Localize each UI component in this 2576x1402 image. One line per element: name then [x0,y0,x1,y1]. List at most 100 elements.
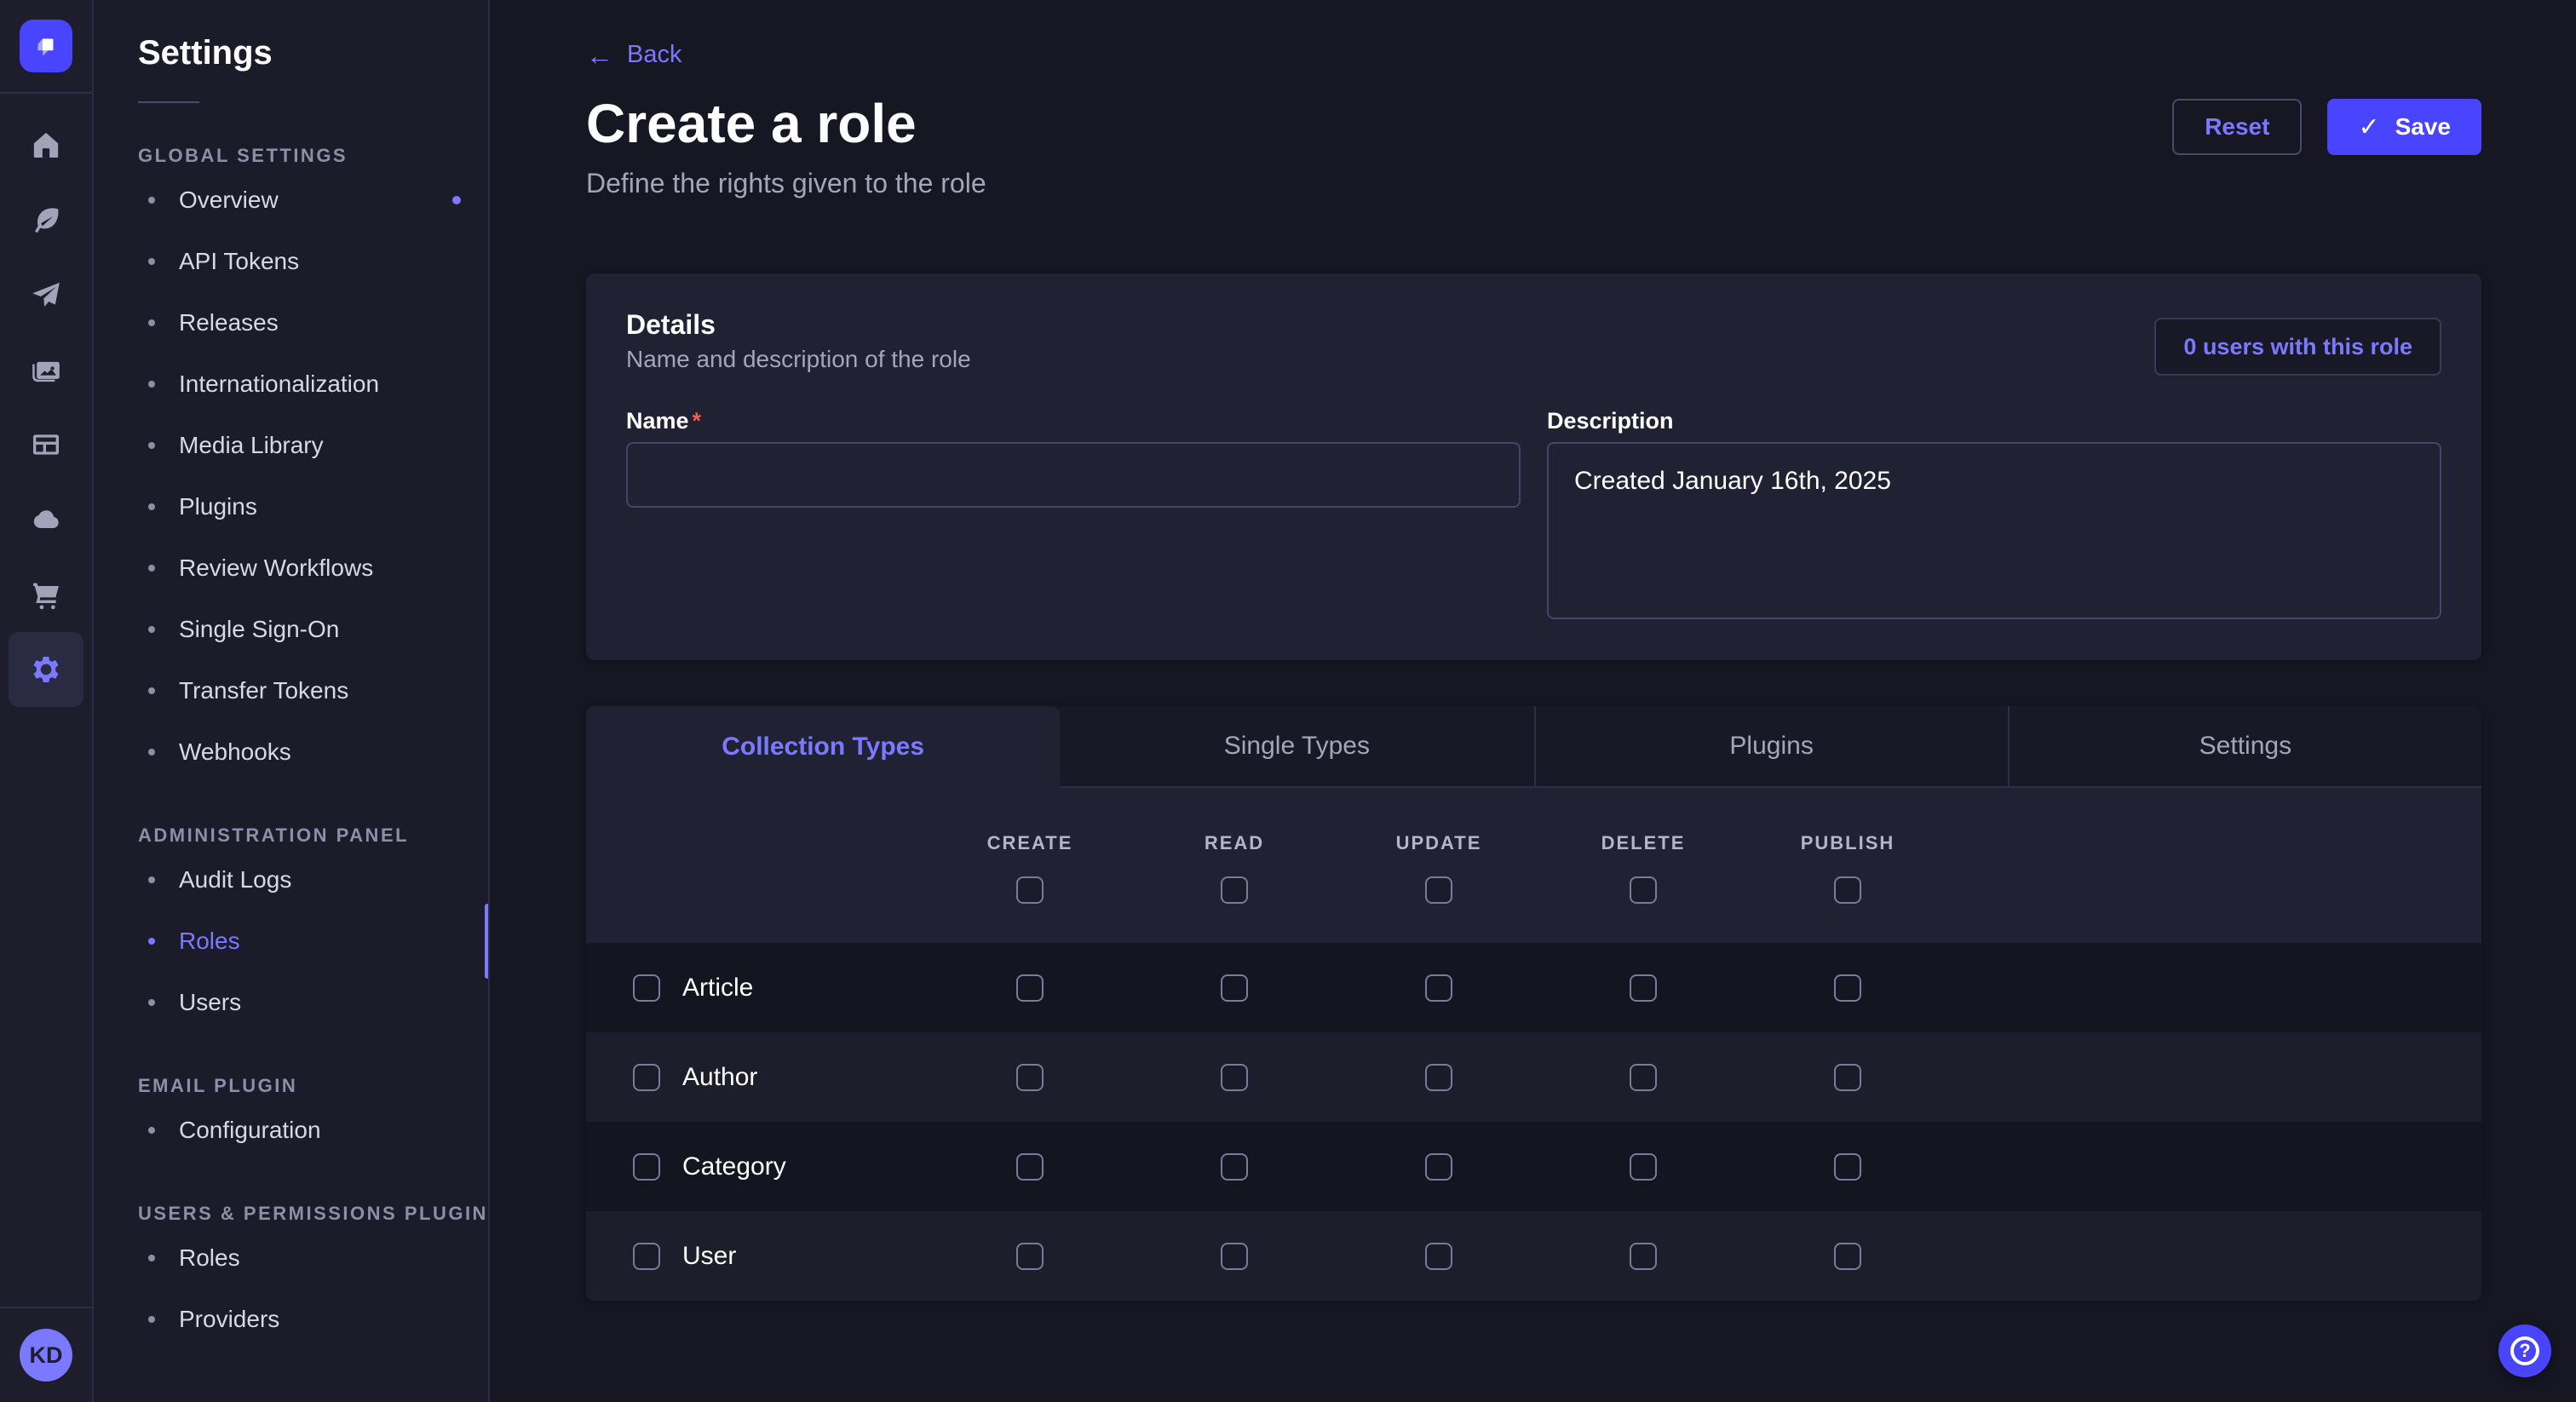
back-arrow-icon: ← [586,42,613,69]
checkbox-author-update[interactable] [1425,1064,1452,1091]
checkbox-row-author[interactable] [633,1064,660,1091]
section-label-users-permissions-plugin: USERS & PERMISSIONS PLUGIN [94,1200,488,1227]
sidebar-item-internationalization[interactable]: Internationalization [94,353,488,415]
bullet-icon [148,999,155,1006]
rail-footer: KD [0,1307,92,1402]
checkbox-article-read[interactable] [1221,974,1248,1002]
sidebar-item-media-library[interactable]: Media Library [94,415,488,476]
sidebar-item-single-sign-on[interactable]: Single Sign-On [94,599,488,660]
paper-plane-icon[interactable] [9,257,83,332]
checkbox-category-publish[interactable] [1834,1153,1861,1181]
feather-icon[interactable] [9,182,83,257]
tab-settings[interactable]: Settings [2008,706,2481,788]
users-with-role-button[interactable]: 0 users with this role [2154,318,2441,376]
tab-collection-types[interactable]: Collection Types [586,706,1060,788]
checkbox-all-read[interactable] [1221,876,1248,904]
sidebar-item-webhooks[interactable]: Webhooks [94,721,488,783]
checkbox-article-publish[interactable] [1834,974,1861,1002]
permissions-table: CREATE READ UPDATE DELETE PUBLISH [586,788,2481,1301]
bullet-icon [148,319,155,326]
cart-icon[interactable] [9,557,83,632]
checkbox-user-create[interactable] [1016,1243,1044,1270]
checkbox-all-delete[interactable] [1630,876,1657,904]
sidebar-item-overview[interactable]: Overview [94,170,488,231]
column-header-create: CREATE [987,832,1073,854]
checkbox-article-create[interactable] [1016,974,1044,1002]
permissions-tabs: Collection Types Single Types Plugins Se… [586,706,2481,788]
cloud-icon[interactable] [9,482,83,557]
permissions-card: Collection Types Single Types Plugins Se… [586,706,2481,1301]
sidebar-item-roles-admin[interactable]: Roles [94,911,488,972]
tab-plugins[interactable]: Plugins [1534,706,2008,788]
checkbox-user-read[interactable] [1221,1243,1248,1270]
sidebar-item-review-workflows[interactable]: Review Workflows [94,537,488,599]
save-label: Save [2395,113,2451,141]
sidebar-item-providers[interactable]: Providers [94,1289,488,1350]
checkbox-author-delete[interactable] [1630,1064,1657,1091]
sidebar-item-releases[interactable]: Releases [94,292,488,353]
section-label-administration-panel: ADMINISTRATION PANEL [94,822,488,849]
checkbox-category-read[interactable] [1221,1153,1248,1181]
row-label: Article [682,974,753,1003]
bullet-icon [148,749,155,756]
checkbox-all-publish[interactable] [1834,876,1861,904]
back-link[interactable]: ← Back [586,41,681,69]
checkbox-user-publish[interactable] [1834,1243,1861,1270]
checkbox-all-create[interactable] [1016,876,1044,904]
home-icon[interactable] [9,107,83,182]
column-header-delete: DELETE [1601,832,1686,854]
app-window: KD Settings GLOBAL SETTINGS Overview API… [0,0,2576,1402]
checkbox-user-delete[interactable] [1630,1243,1657,1270]
sidebar-item-users[interactable]: Users [94,972,488,1033]
checkbox-article-delete[interactable] [1630,974,1657,1002]
bullet-icon [148,876,155,883]
details-card: Details Name and description of the role… [586,273,2481,660]
checkbox-category-update[interactable] [1425,1153,1452,1181]
question-mark-icon: ? [2510,1336,2539,1365]
name-input[interactable] [626,442,1521,508]
sidebar-item-audit-logs[interactable]: Audit Logs [94,849,488,911]
strapi-logo[interactable] [20,20,72,72]
strapi-logo-glyph [29,29,63,63]
required-asterisk: * [693,408,702,434]
sidebar-title: Settings [94,34,488,72]
save-button[interactable]: ✓ Save [2327,99,2481,155]
checkbox-row-category[interactable] [633,1153,660,1181]
bullet-icon [148,1127,155,1134]
checkbox-article-update[interactable] [1425,974,1452,1002]
checkbox-author-read[interactable] [1221,1064,1248,1091]
column-labels-row: CREATE READ UPDATE DELETE PUBLISH [586,788,2481,854]
notification-dot-icon [452,196,461,204]
bullet-icon [148,1316,155,1323]
name-field-group: Name* [626,406,1521,623]
reset-button[interactable]: Reset [2172,99,2302,155]
page-subtitle: Define the rights given to the role [586,166,2481,200]
sidebar-item-roles-up[interactable]: Roles [94,1227,488,1289]
details-card-header: Details Name and description of the role… [626,306,2441,376]
checkbox-category-create[interactable] [1016,1153,1044,1181]
layout-icon[interactable] [9,407,83,482]
sidebar-item-plugins[interactable]: Plugins [94,476,488,537]
description-textarea[interactable]: Created January 16th, 2025 [1547,442,2441,619]
bullet-icon [148,258,155,265]
pictures-icon[interactable] [9,332,83,407]
row-label: User [682,1242,736,1271]
sidebar-item-api-tokens[interactable]: API Tokens [94,231,488,292]
bullet-icon [148,938,155,945]
sidebar-title-divider [138,101,199,103]
details-subtitle: Name and description of the role [626,343,971,376]
checkbox-category-delete[interactable] [1630,1153,1657,1181]
gear-icon[interactable] [9,632,83,707]
tab-single-types[interactable]: Single Types [1060,706,1533,788]
checkbox-author-publish[interactable] [1834,1064,1861,1091]
checkbox-user-update[interactable] [1425,1243,1452,1270]
sidebar-item-transfer-tokens[interactable]: Transfer Tokens [94,660,488,721]
checkbox-author-create[interactable] [1016,1064,1044,1091]
checkbox-all-update[interactable] [1425,876,1452,904]
checkbox-row-user[interactable] [633,1243,660,1270]
bullet-icon [148,442,155,449]
checkbox-row-article[interactable] [633,974,660,1002]
sidebar-item-configuration[interactable]: Configuration [94,1100,488,1161]
help-button[interactable]: ? [2498,1324,2551,1377]
user-avatar[interactable]: KD [20,1329,72,1382]
